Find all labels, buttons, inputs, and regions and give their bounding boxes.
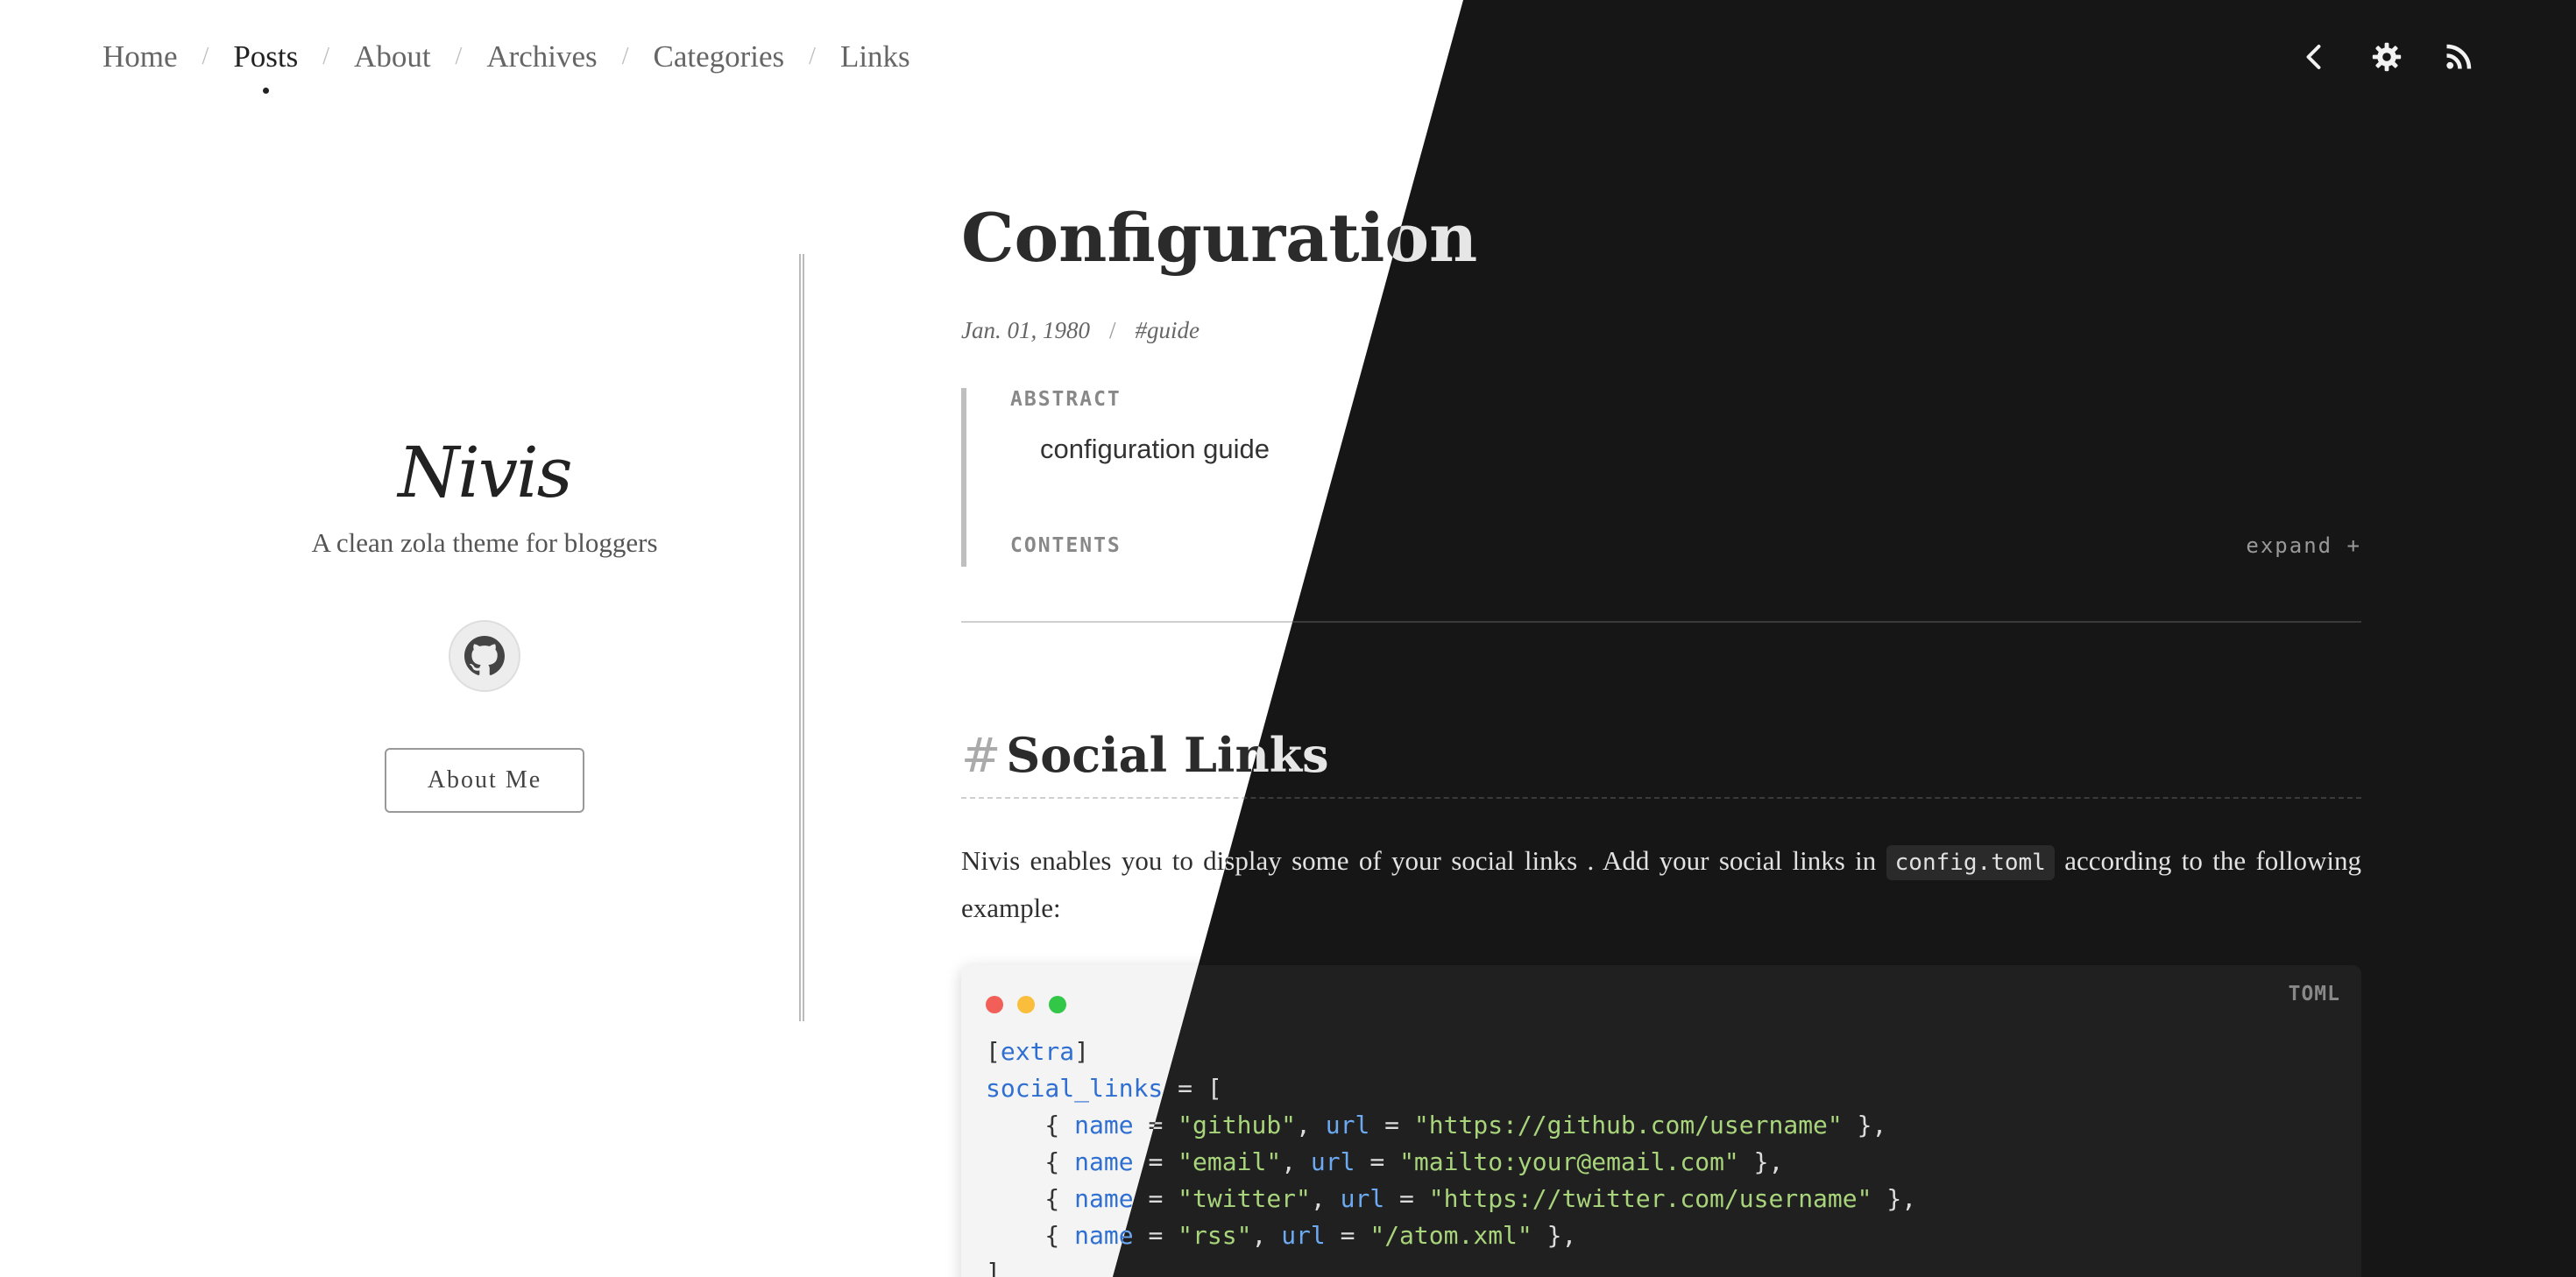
code-key: social_links [986, 1073, 1164, 1103]
nav-about[interactable]: About [354, 39, 431, 74]
nav-links[interactable]: Links [840, 39, 910, 74]
nav-separator: / [809, 43, 816, 70]
nav-archives[interactable]: Archives [486, 39, 597, 74]
gear-icon[interactable] [2371, 41, 2403, 73]
github-icon [464, 636, 505, 675]
inline-code: config.toml [1886, 844, 2055, 880]
code-table-name: extra [1000, 1036, 1075, 1066]
nav-posts[interactable]: Posts [233, 39, 298, 94]
red-dot [986, 995, 1003, 1013]
site-tagline: A clean zola theme for bloggers [311, 527, 658, 558]
nav-separator: / [455, 43, 463, 70]
nav-home[interactable]: Home [103, 39, 178, 74]
top-nav: Home / Posts / About / Archives / Catego… [103, 35, 910, 94]
sidebar: Nivis A clean zola theme for bloggers Ab… [263, 438, 706, 813]
nav-separator: / [202, 43, 209, 70]
contents-label: CONTENTS [1010, 533, 1122, 557]
top-icons-dark [2299, 35, 2474, 79]
green-dot [1049, 995, 1066, 1013]
nav-separator: / [322, 43, 330, 70]
post-date: Jan. 01, 1980 [961, 316, 1090, 343]
heading-anchor[interactable]: # [961, 728, 1001, 783]
code-language-label: TOML [2288, 982, 2340, 1005]
code-bracket: ] [986, 1257, 1001, 1277]
nav-separator: / [621, 43, 629, 70]
sidebar-divider [799, 254, 804, 1021]
meta-separator: / [1108, 316, 1116, 343]
chevron-left-icon[interactable] [2299, 41, 2331, 73]
about-me-button[interactable]: About Me [385, 748, 584, 813]
toc-expand-button[interactable]: expand + [2246, 533, 2361, 558]
yellow-dot [1017, 995, 1035, 1013]
code-bracket: ] [1074, 1036, 1090, 1066]
github-link[interactable] [449, 620, 520, 692]
post-tag[interactable]: #guide [1136, 317, 1200, 343]
rss-icon[interactable] [2443, 41, 2474, 73]
nav-categories[interactable]: Categories [653, 39, 784, 74]
code-bracket: [ [986, 1036, 1001, 1066]
code-operator: = [ [1163, 1073, 1222, 1103]
site-brand[interactable]: Nivis [263, 438, 706, 508]
window-dots [986, 995, 1066, 1013]
